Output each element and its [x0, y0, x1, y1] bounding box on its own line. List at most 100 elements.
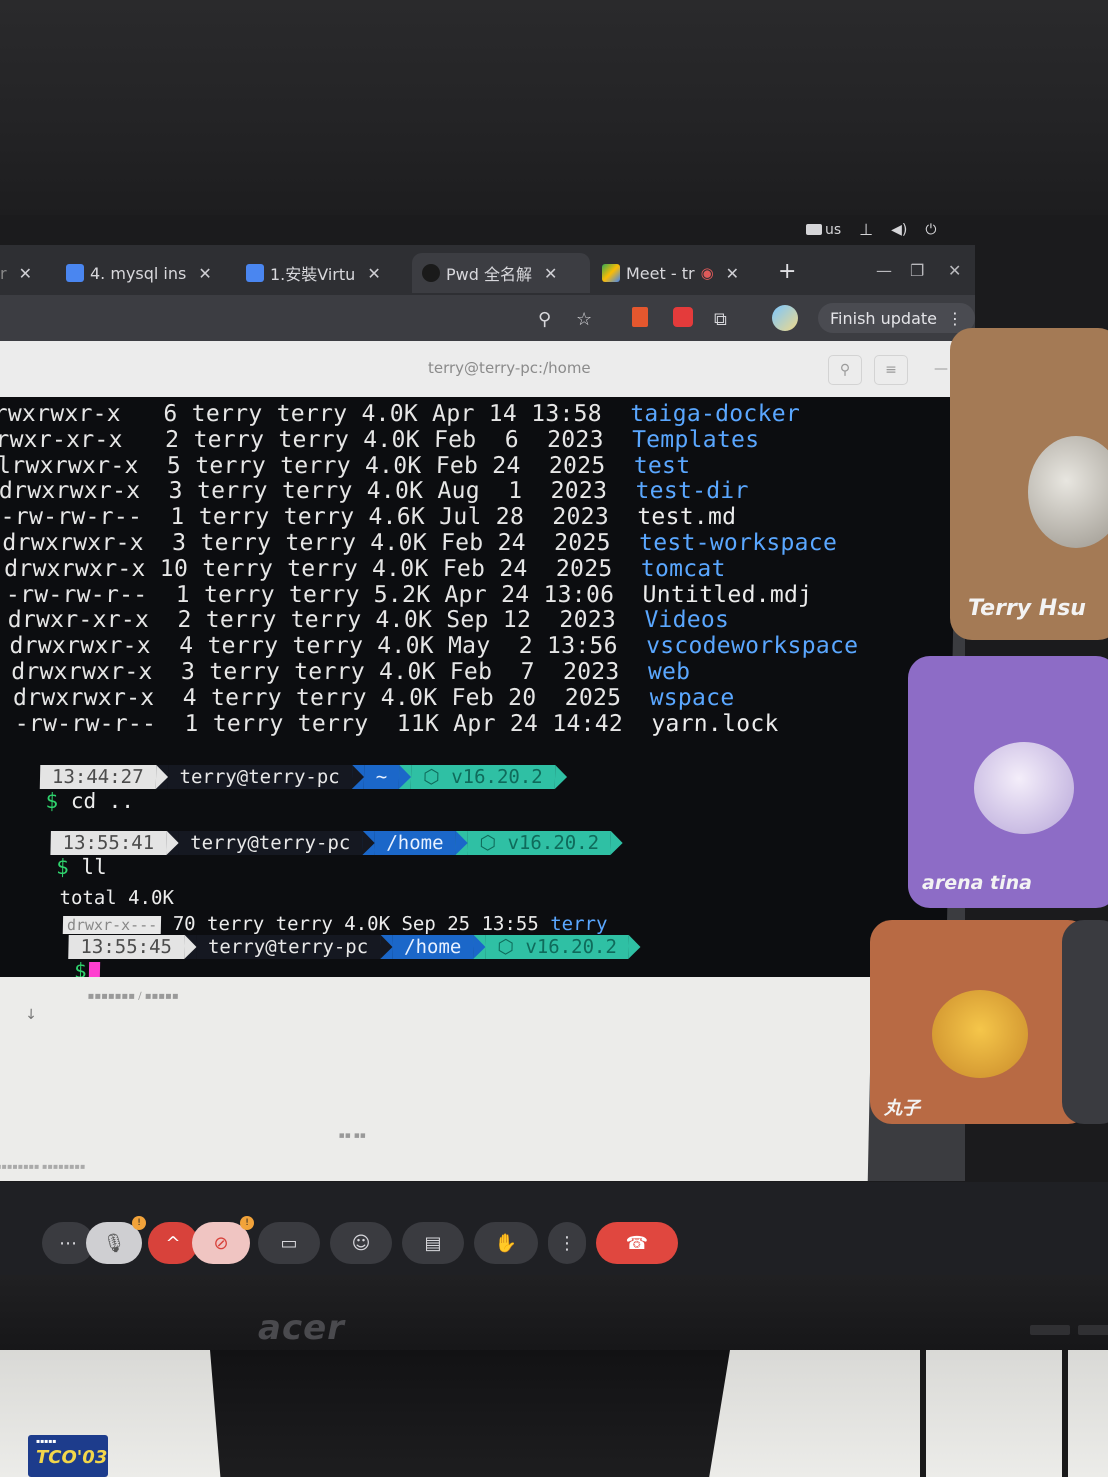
directory-name: Videos	[644, 607, 730, 634]
tab-partial-edge: r	[0, 263, 7, 283]
tab-partial[interactable]: r ✕	[0, 253, 42, 293]
monitor-button[interactable]	[1078, 1325, 1108, 1335]
captions-icon: ▤	[424, 1232, 442, 1254]
listing-row: drwxr-xr-x 2 terry terry 4.0K Sep 12 202…	[7, 607, 729, 633]
powerline-separator	[379, 935, 393, 959]
bookmark-star-icon[interactable]: ☆	[576, 309, 592, 330]
powerline-separator	[398, 765, 412, 789]
avatar	[932, 990, 1028, 1078]
powerline-separator	[455, 831, 468, 855]
powerline-separator	[351, 765, 364, 789]
zoom-icon[interactable]: ⚲	[538, 309, 551, 330]
editor-caption: ▪▪ ▪▪	[338, 1131, 367, 1141]
present-screen-icon: ▭	[280, 1232, 298, 1254]
listing-row: rwxr-xr-x 2 terry terry 4.0K Feb 6 2023 …	[0, 427, 760, 453]
cable	[1062, 1350, 1068, 1477]
mic-toggle-button[interactable]: 🎙!	[86, 1216, 146, 1264]
tco-sticker: ▪▪▪▪▪ TCO'03	[28, 1435, 108, 1477]
tab-label: Meet - tr	[626, 263, 695, 283]
system-tray: us ⊥ ◀) ⏻	[806, 220, 936, 239]
captions-button[interactable]: ▤	[402, 1222, 464, 1264]
window-close-icon[interactable]: ✕	[948, 261, 961, 280]
listing-meta: drwxrwxr-x 3 terry terry 4.0K Feb 7 2023	[10, 659, 649, 685]
restore-icon[interactable]: ❐	[910, 261, 924, 280]
prompt-node-version: ⬡ v16.20.2	[410, 765, 555, 789]
close-icon[interactable]: ✕	[198, 264, 211, 283]
camera-options-button[interactable]: ^	[148, 1222, 198, 1264]
close-icon[interactable]: ✕	[726, 264, 739, 283]
wall-background	[0, 0, 1108, 215]
emoji-button[interactable]: ☺	[330, 1222, 392, 1264]
close-icon[interactable]: ✕	[544, 264, 557, 283]
camera-toggle-button[interactable]: ⊘!	[192, 1216, 254, 1264]
participant-name: arena tina	[922, 872, 1032, 894]
more-horiz-icon: ⋯	[59, 1232, 77, 1254]
tab-strip: r ✕ 4. mysql ins ✕ 1.安裝Virtu ✕ Pwd 全名解 ✕…	[0, 245, 975, 295]
docs-icon	[246, 264, 264, 282]
directory-name: wspace	[649, 684, 735, 711]
directory-name: taiga-docker	[629, 401, 801, 427]
listing-row: drwxrwxr-x 3 terry terry 4.0K Aug 1 2023…	[0, 478, 749, 504]
hand-icon: ✋	[494, 1232, 518, 1254]
profile-avatar[interactable]	[772, 305, 798, 331]
participant-name: 丸子	[884, 1098, 920, 1119]
chevron-up-icon: ^	[165, 1232, 181, 1254]
ll-entry-name: terry	[549, 913, 608, 935]
volume-icon[interactable]: ◀)	[891, 222, 907, 238]
browser-toolbar: ⚲ ☆ ⧉ Finish update ⋮	[0, 295, 975, 341]
extension-icon[interactable]	[673, 307, 693, 327]
participant-tile-arena[interactable]: arena tina	[908, 656, 1108, 908]
listing-meta: drwxrwxr-x 10 terry terry 4.0K Feb 24 20…	[3, 555, 642, 582]
power-icon[interactable]: ⏻	[925, 222, 936, 238]
powerline-separator	[610, 831, 624, 855]
directory-name: web	[647, 659, 691, 685]
ll-entry-meta: 70 terry terry 4.0K Sep 25 13:55	[161, 913, 551, 935]
extension-icon[interactable]	[632, 307, 648, 327]
leave-call-button[interactable]: ☎	[596, 1222, 678, 1264]
raise-hand-button[interactable]: ✋	[474, 1222, 538, 1264]
camera-off-icon: ⊘	[213, 1232, 229, 1254]
listing-row: -rw-rw-r-- 1 terry terry 5.2K Apr 24 13:…	[6, 582, 813, 608]
monitor-button[interactable]	[1030, 1325, 1070, 1335]
terminal-titlebar: terry@terry-pc:/home ⚲ ≡ —	[0, 341, 965, 397]
more-actions-button[interactable]: ⋮	[548, 1222, 586, 1264]
powerline-separator	[155, 765, 168, 789]
keyboard-icon	[806, 224, 822, 235]
shared-screen: terry@terry-pc:/home ⚲ ≡ — rwxrwxr-x 6 t…	[0, 341, 965, 1181]
listing-row: -rw-rw-r-- 1 terry terry 11K Apr 24 14:4…	[14, 711, 778, 737]
extensions-puzzle-icon[interactable]: ⧉	[714, 309, 727, 330]
terminal[interactable]: rwxrwxr-x 6 terry terry 4.0K Apr 14 13:5…	[0, 397, 959, 983]
search-icon[interactable]: ⚲	[828, 355, 862, 385]
tab-mysql[interactable]: 4. mysql ins ✕	[56, 253, 222, 293]
close-icon[interactable]: ✕	[19, 264, 32, 283]
present-button[interactable]: ▭	[258, 1222, 320, 1264]
monitor-bezel	[0, 1275, 1108, 1355]
listing-row: lrwxrwxr-x 5 terry terry 4.0K Feb 24 202…	[0, 453, 691, 479]
file-name: Untitled.mdj	[642, 581, 813, 608]
close-icon[interactable]: ✕	[367, 264, 380, 283]
tab-virtualbox[interactable]: 1.安裝Virtu ✕	[236, 253, 391, 293]
command-text: cd ..	[57, 789, 135, 813]
participant-tile-partial[interactable]	[1062, 920, 1108, 1124]
prompt-dir: /home	[374, 831, 456, 855]
avatar	[1028, 436, 1108, 548]
participant-tile-wanzi[interactable]: 丸子	[870, 920, 1090, 1124]
participant-tile-terry[interactable]: Terry Hsu	[950, 328, 1108, 640]
keyboard-layout-indicator[interactable]: us	[806, 222, 841, 238]
finish-update-button[interactable]: Finish update ⋮	[818, 303, 975, 333]
cable	[920, 1350, 926, 1477]
hamburger-menu-icon[interactable]: ≡	[874, 355, 908, 385]
keyboard-layout-label: us	[825, 221, 842, 238]
listing-meta: drwxrwxr-x 3 terry terry 4.0K Feb 24 202…	[2, 530, 640, 556]
minimize-icon[interactable]: —	[876, 261, 892, 280]
directory-name: vscodeworkspace	[645, 633, 859, 660]
network-icon[interactable]: ⊥	[859, 220, 873, 239]
tab-pwd[interactable]: Pwd 全名解 ✕	[412, 253, 590, 293]
ll-total: total 4.0K	[59, 887, 175, 909]
more-vert-icon: ⋮	[947, 308, 963, 328]
tab-meet[interactable]: Meet - tr ◉ ✕	[592, 253, 749, 293]
command-text: ll	[68, 855, 108, 879]
command-line: $ cd ..	[45, 789, 134, 813]
prompt-symbol: $	[45, 789, 59, 813]
new-tab-button[interactable]: +	[778, 259, 796, 284]
